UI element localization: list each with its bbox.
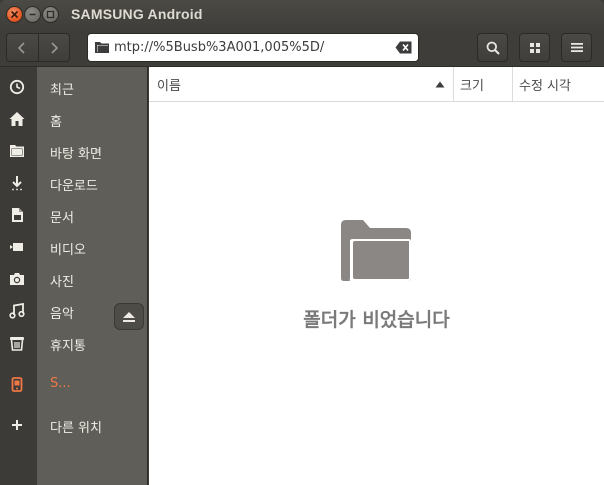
menu-button[interactable] <box>561 33 592 62</box>
view-mode-button[interactable] <box>519 33 550 62</box>
phone-device-icon <box>11 377 23 392</box>
close-icon <box>10 10 19 19</box>
column-name-label: 이름 <box>157 79 181 94</box>
column-size-label: 크기 <box>460 79 484 94</box>
sidebar-item-downloads[interactable]: 다운로드 <box>0 167 148 199</box>
minimize-window-button[interactable] <box>24 6 41 23</box>
sidebar-item-desktop[interactable]: 바탕 화면 <box>0 135 148 167</box>
folder-icon <box>95 42 109 53</box>
grid-view-icon <box>529 42 540 53</box>
sidebar-item-documents[interactable]: 문서 <box>0 199 148 231</box>
music-icon <box>9 303 25 319</box>
sidebar-item-label: 사진 <box>50 275 74 290</box>
eject-button[interactable] <box>114 303 144 330</box>
document-icon <box>12 208 23 222</box>
search-button[interactable] <box>477 33 508 62</box>
trash-icon <box>10 337 24 351</box>
file-manager-window: SAMSUNG Android mtp://%5Busb%3A001,005%5… <box>0 0 604 485</box>
plus-icon <box>12 420 22 430</box>
column-header-size[interactable]: 크기 <box>453 67 512 102</box>
sidebar-item-samsung-device[interactable]: S... <box>0 368 148 400</box>
window-title: SAMSUNG Android <box>71 6 203 22</box>
minimize-icon <box>29 13 36 16</box>
forward-button[interactable] <box>37 34 70 61</box>
sidebar-item-home[interactable]: 홈 <box>0 103 148 135</box>
video-icon <box>10 243 23 251</box>
sidebar-item-videos[interactable]: 비디오 <box>0 231 148 263</box>
maximize-window-button[interactable] <box>42 6 59 23</box>
empty-folder-message: 폴더가 비었습니다 <box>303 309 450 331</box>
sidebar-item-label: 다운로드 <box>50 179 98 194</box>
location-path[interactable]: mtp://%5Busb%3A001,005%5D/ <box>114 40 324 55</box>
sidebar-item-label: 음악 <box>50 307 74 322</box>
title-bar: SAMSUNG Android <box>0 0 604 29</box>
clear-location-icon[interactable] <box>395 41 412 54</box>
download-icon <box>12 176 22 191</box>
sidebar-item-label: 바탕 화면 <box>50 147 102 162</box>
sidebar-item-recent[interactable]: 최근 <box>0 71 148 103</box>
sidebar-item-pictures[interactable]: 사진 <box>0 263 148 295</box>
camera-icon <box>10 273 24 285</box>
recent-icon <box>9 79 25 95</box>
desktop-folder-icon <box>10 145 24 157</box>
column-header-modified[interactable]: 수정 시각 <box>512 67 604 102</box>
column-header-name[interactable]: 이름 <box>149 67 453 102</box>
back-button[interactable] <box>7 34 38 61</box>
empty-folder-icon <box>341 220 411 281</box>
maximize-icon <box>46 10 55 19</box>
sidebar-item-label: 최근 <box>50 83 74 98</box>
search-icon <box>486 41 500 55</box>
navigation-buttons <box>6 33 70 62</box>
chevron-left-icon <box>18 41 25 54</box>
hamburger-menu-icon <box>570 43 583 52</box>
toolbar: mtp://%5Busb%3A001,005%5D/ <box>0 29 604 67</box>
sidebar-item-label: 비디오 <box>50 243 86 258</box>
column-header: 이름 크기 수정 시각 <box>149 67 604 102</box>
sort-ascending-icon[interactable] <box>435 81 445 88</box>
file-list-view[interactable]: 이름 크기 수정 시각 폴더가 비었습니다 <box>149 67 604 485</box>
eject-icon <box>123 311 135 322</box>
sidebar-item-trash[interactable]: 휴지통 <box>0 327 148 359</box>
sidebar-item-other-locations[interactable]: 다른 위치 <box>0 409 148 441</box>
close-window-button[interactable] <box>6 6 23 23</box>
chevron-right-icon <box>51 41 58 54</box>
sidebar-item-label: 문서 <box>50 211 74 226</box>
sidebar-item-label: 다른 위치 <box>50 421 102 436</box>
column-modified-label: 수정 시각 <box>519 79 571 94</box>
sidebar-item-label: S... <box>50 376 71 391</box>
sidebar-item-label: 휴지통 <box>50 339 86 354</box>
location-bar[interactable]: mtp://%5Busb%3A001,005%5D/ <box>87 33 419 62</box>
sidebar-item-label: 홈 <box>50 115 62 130</box>
home-icon <box>9 112 25 126</box>
